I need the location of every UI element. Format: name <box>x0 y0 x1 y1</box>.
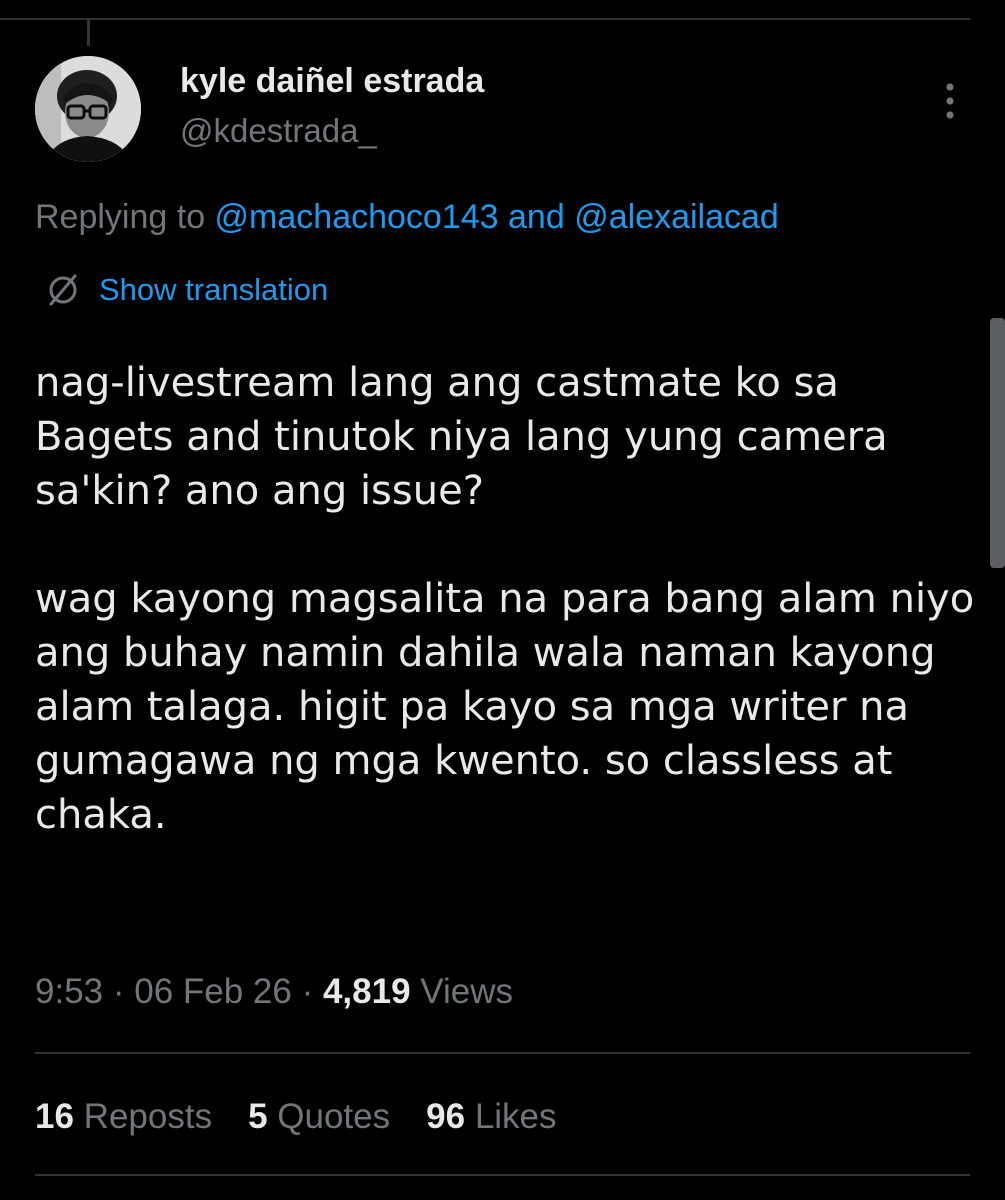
meta-separator: · <box>291 972 323 1011</box>
avatar[interactable] <box>35 56 141 162</box>
quotes-count: 5 <box>248 1097 268 1136</box>
meta-separator: · <box>103 972 135 1011</box>
tweet-date[interactable]: 06 Feb 26 <box>134 972 292 1011</box>
stats-bottom-divider <box>35 1174 970 1176</box>
tweet-meta: 9:53 · 06 Feb 26 · 4,819 Views <box>35 972 513 1012</box>
views-count: 4,819 <box>322 972 411 1011</box>
quotes-label: Quotes <box>277 1097 391 1136</box>
reposts-count: 16 <box>35 1097 74 1136</box>
replying-to-line: Replying to @machachoco143 and @alexaila… <box>35 198 779 237</box>
reposts-label: Reposts <box>83 1097 213 1136</box>
views-label: Views <box>420 972 514 1011</box>
tweet-time[interactable]: 9:53 <box>35 972 103 1011</box>
top-divider <box>0 18 970 20</box>
mention-link-machachoco143[interactable]: @machachoco143 <box>215 198 499 236</box>
mention-link-alexailacad[interactable]: @alexailacad <box>574 198 779 236</box>
likes-label: Likes <box>474 1097 557 1136</box>
scrollbar-thumb[interactable] <box>990 318 1005 568</box>
author-display-name[interactable]: kyle daiñel estrada <box>180 62 484 101</box>
quotes-stat[interactable]: 5 Quotes <box>248 1097 390 1137</box>
reposts-stat[interactable]: 16 Reposts <box>35 1097 212 1137</box>
engagement-stats: 16 Reposts 5 Quotes 96 Likes <box>35 1097 557 1137</box>
show-translation-button[interactable]: Show translation <box>45 272 328 308</box>
tweet-paragraph-1: nag-livestream lang ang castmate ko sa B… <box>35 360 888 514</box>
likes-count: 96 <box>426 1097 466 1136</box>
more-options-button[interactable] <box>930 78 970 124</box>
globe-slash-icon <box>45 272 81 308</box>
replying-to-conjunction: and <box>498 198 575 236</box>
tweet-text: nag-livestream lang ang castmate ko sa B… <box>35 356 980 842</box>
thread-connector-line <box>87 20 90 46</box>
tweet-paragraph-2: wag kayong magsalita na para bang alam n… <box>35 576 975 838</box>
likes-stat[interactable]: 96 Likes <box>426 1097 556 1137</box>
show-translation-label: Show translation <box>99 272 329 307</box>
author-handle[interactable]: @kdestrada_ <box>180 112 377 150</box>
more-vertical-icon <box>946 83 954 119</box>
profile-photo <box>35 56 141 162</box>
stats-top-divider <box>35 1052 970 1054</box>
replying-to-prefix: Replying to <box>35 198 215 236</box>
